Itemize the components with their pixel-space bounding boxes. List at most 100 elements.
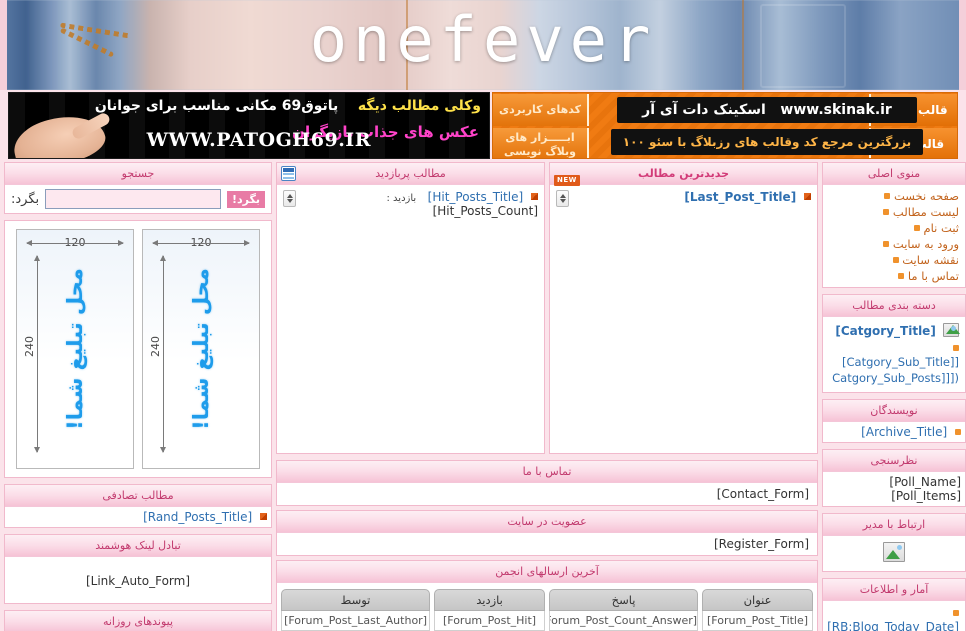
last-posts-item[interactable]: [Last_Post_Title] [556, 190, 811, 207]
poll-panel: نظرسنجی [Poll_Name] [Poll_Items] [822, 449, 966, 507]
forum-col-views[interactable]: بازدید [434, 589, 545, 611]
ad-banner-patogh69[interactable]: وکلی مطالب دیگه پاتوق69 مکانی مناسب برای… [8, 92, 490, 159]
square-bullet-icon [804, 193, 811, 200]
random-posts-item[interactable]: [Rand_Posts_Title] [5, 507, 271, 527]
admin-contact-title: ارتباط با مدیر [823, 514, 965, 536]
broken-image-icon[interactable] [883, 542, 905, 562]
ad2-left-tab-1[interactable]: کدهای کاربردی [493, 94, 589, 126]
sidebar-item-sitemap[interactable]: نقشه سایت [827, 252, 961, 268]
last-posts-title-bar: NEW جدیدترین مطالب [550, 163, 817, 186]
register-panel-title: عضویت در سایت [277, 511, 817, 533]
ad-box-width-arrow-icon [152, 240, 250, 246]
hit-posts-item-title: [Hit_Posts_Title] [427, 190, 524, 204]
search-label: بگرد: [11, 191, 40, 207]
sidebar-item-label: تماس با ما [907, 269, 959, 283]
sidebar-item-contact[interactable]: تماس با ما [827, 268, 961, 284]
admin-contact-panel: ارتباط با مدیر [822, 513, 966, 572]
spinner-icon[interactable] [283, 190, 296, 207]
search-submit-button[interactable]: بگرد! [226, 190, 265, 208]
sidebar-item-label: صفحه نخست [893, 189, 959, 203]
daily-links-title: پیوندهای روزانه [5, 611, 271, 631]
ad-box-height-arrow-icon [34, 255, 40, 453]
random-posts-title: مطالب تصادفی [5, 485, 271, 507]
header-left-edge [0, 0, 7, 90]
ad-placeholder-wrap: 120 240 محل تبلیغ شما! 120 240 محل تبلیغ… [5, 221, 271, 477]
forum-cell-author[interactable]: [Forum_Post_Last_Author] [281, 611, 431, 631]
orange-bullet-icon [892, 257, 899, 263]
category-sub-title-line[interactable]: [[Catgory_Sub_Title] [827, 340, 961, 370]
link-exchange-body: [Link_Auto_Form] [5, 557, 271, 603]
table-row: [Forum_Post_Title] [Forum_Post_Count_Ans… [281, 611, 813, 631]
right-column: منوی اصلی صفحه نخست لیست مطالب ثبت نام و… [822, 162, 966, 631]
ad2-headline: www.skinak.ir اسکینک دات آی آر [617, 97, 917, 123]
ad-placeholder-box-2[interactable]: 120 240 محل تبلیغ شما! [142, 229, 260, 469]
register-form-value[interactable]: [Register_Form] [277, 533, 817, 555]
poll-item[interactable]: [Poll_Name] [Poll_Items] [823, 472, 965, 506]
authors-item[interactable]: [Archive_Title] [823, 422, 965, 442]
link-exchange-panel: تبادل لینک هوشمند [Link_Auto_Form] [4, 534, 272, 604]
contact-form-value[interactable]: [Contact_Form] [277, 483, 817, 505]
search-form: بگرد: بگرد! [5, 185, 271, 213]
stats-title: آمار و اطلاعات [823, 579, 965, 601]
orange-bullet-icon [898, 273, 905, 279]
search-panel-title: جستجو [5, 163, 271, 185]
ad-box-width-arrow-icon [26, 240, 124, 246]
forum-panel: آخرین ارسالهای انجمن عنوان پاسخ بازدید ت… [276, 560, 818, 631]
forum-col-replies[interactable]: پاسخ [549, 589, 699, 611]
spinner-icon[interactable] [556, 190, 569, 207]
square-bullet-icon [531, 193, 538, 200]
sidebar-item-posts-list[interactable]: لیست مطالب [827, 204, 961, 220]
sidebar-item-register[interactable]: ثبت نام [827, 220, 961, 236]
search-panel: جستجو بگرد: بگرد! [4, 162, 272, 214]
hit-posts-meta-label: بازدید : [386, 193, 417, 204]
ad-placeholder-box-1[interactable]: 120 240 محل تبلیغ شما! [16, 229, 134, 469]
site-title: onefever [309, 3, 657, 76]
ad-box-height-label: 240 [23, 336, 36, 357]
ad2-url: www.skinak.ir [780, 102, 892, 118]
hit-posts-item[interactable]: [Hit_Posts_Title] بازدید : [Hit_Posts_Co… [283, 190, 538, 218]
forum-col-author[interactable]: توسط [281, 589, 431, 611]
poll-title: نظرسنجی [823, 450, 965, 472]
ad2-headline-fa: اسکینک دات آی آر [642, 102, 766, 118]
link-exchange-item[interactable]: [Link_Auto_Form] [11, 562, 265, 588]
main-content-columns: جستجو بگرد: بگرد! 120 240 محل تبلیغ شما! [0, 162, 966, 631]
link-exchange-title: تبادل لینک هوشمند [5, 535, 271, 557]
stats-today-date-label: [RB:Blog_Today_Date] [827, 620, 959, 631]
ad1-line1-white: پاتوق69 مکانی مناسب برای جوانان [94, 98, 339, 114]
sidebar-item-home[interactable]: صفحه نخست [827, 188, 961, 204]
sidebar-item-label: لیست مطالب [892, 205, 959, 219]
orange-bullet-icon [953, 610, 959, 616]
forum-cell-replies: [Forum_Post_Count_Answer] [549, 611, 699, 631]
ad-box-height-arrow-icon [160, 255, 166, 453]
sidebar-item-login[interactable]: ورود به سایت [827, 236, 961, 252]
forum-cell-title[interactable]: [Forum_Post_Title] [702, 611, 813, 631]
forum-table-header-row: عنوان پاسخ بازدید توسط [281, 589, 813, 611]
category-title-line[interactable]: [Catgory_Title] [827, 321, 961, 340]
last-posts-panel: NEW جدیدترین مطالب [Last_Post_Title] [549, 162, 818, 454]
sidebar-item-label: ورود به سایت [892, 237, 959, 251]
ad1-line1: وکلی مطالب دیگه پاتوق69 مکانی مناسب برای… [95, 98, 481, 114]
category-title-label: [Catgory_Title] [835, 324, 936, 338]
search-input[interactable] [45, 189, 221, 209]
stats-panel: آمار و اطلاعات [RB:Blog_Today_Date] آمار… [822, 578, 966, 631]
site-header-banner: onefever [0, 0, 966, 90]
forum-panel-title: آخرین ارسالهای انجمن [277, 561, 817, 583]
last-posts-item-title: [Last_Post_Title] [684, 190, 797, 204]
grid-icon [281, 166, 296, 181]
sidebar-item-label: نقشه سایت [902, 253, 959, 267]
ad-box-height-label: 240 [149, 336, 162, 357]
forum-col-title[interactable]: عنوان [702, 589, 813, 611]
center-column: مطالب پربازدید [Hit_Posts_Title] بازدید … [276, 162, 818, 631]
hit-posts-body: [Hit_Posts_Title] بازدید : [Hit_Posts_Co… [277, 185, 544, 453]
random-posts-item-label: [Rand_Posts_Title] [143, 510, 253, 524]
main-menu-list: صفحه نخست لیست مطالب ثبت نام ورود به سای… [823, 185, 965, 287]
ad-box-text: محل تبلیغ شما! [189, 268, 213, 430]
categories-title: دسته بندی مطالب [823, 295, 965, 317]
header-right-edge [959, 0, 966, 90]
ad-banner-skinak[interactable]: قالب سایت قالب لینک باکس کدهای کاربردی ا… [492, 92, 958, 159]
ad1-line1-yellow: وکلی مطالب دیگه [357, 98, 481, 114]
last-posts-body: [Last_Post_Title] [550, 185, 817, 453]
ad-box-text: محل تبلیغ شما! [63, 268, 87, 430]
ad2-left-tab-2[interactable]: ابـــــزار های وبلاگ نویسی [493, 128, 589, 158]
orange-bullet-icon [953, 345, 959, 351]
